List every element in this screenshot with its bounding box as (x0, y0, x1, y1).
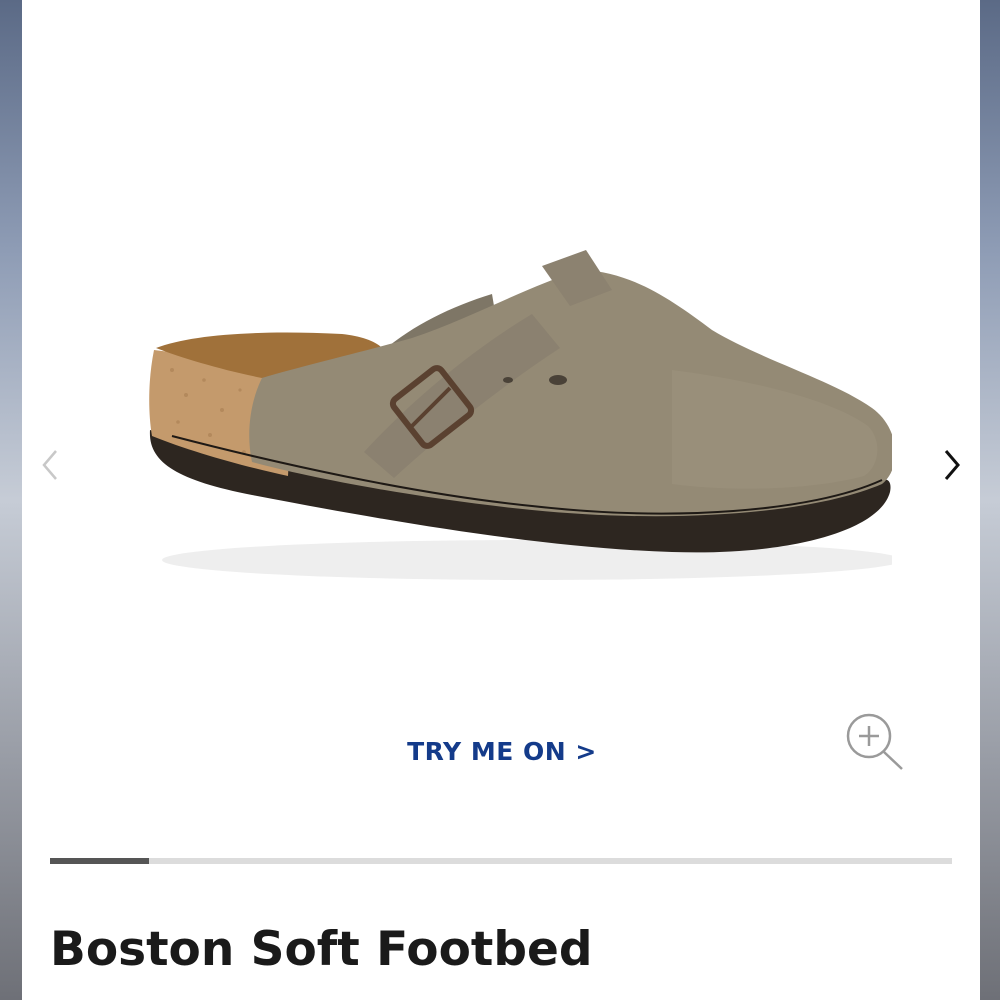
image-gallery: TRY ME ON > (22, 0, 980, 840)
try-me-on-link[interactable]: TRY ME ON > (407, 735, 597, 769)
zoom-button[interactable] (842, 708, 908, 774)
product-page: TRY ME ON > Boston Soft Footbed (22, 0, 980, 1000)
zoom-in-icon (846, 713, 903, 770)
product-title: Boston Soft Footbed (50, 922, 593, 977)
gallery-progress-fill (50, 858, 150, 864)
previous-image-button[interactable] (30, 440, 70, 490)
chevron-right-icon (944, 450, 960, 480)
chevron-left-icon (42, 450, 57, 480)
gallery-progress-bar (50, 858, 952, 864)
product-image[interactable] (112, 230, 892, 610)
next-image-button[interactable] (932, 440, 972, 490)
